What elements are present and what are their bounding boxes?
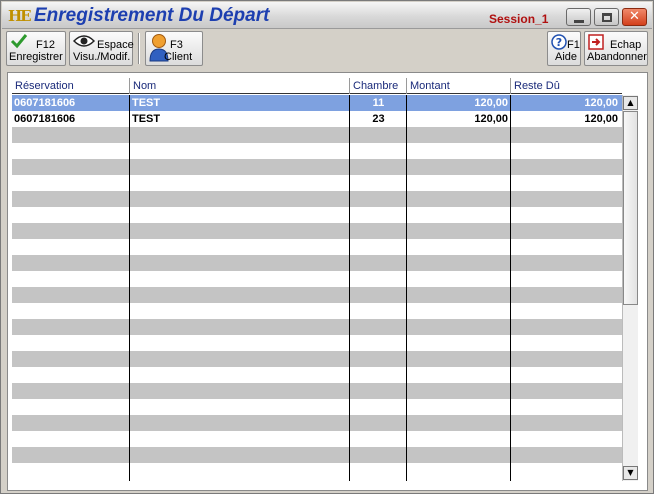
table-body: 0607181606 TEST 11 120,00 120,00 0607181606 TE… [12,95,622,481]
empty-table-row[interactable] [12,335,622,351]
client-label: Client [164,51,193,63]
empty-table-row[interactable] [12,239,622,255]
cell-reste: 120,00 [584,97,618,109]
cell-montant: 120,00 [474,97,508,109]
cancel-shortcut: Echap [610,39,642,51]
empty-table-row[interactable] [12,367,622,383]
empty-table-row[interactable] [12,191,622,207]
scroll-down-button[interactable]: ▼ [623,466,638,480]
empty-table-row[interactable] [12,127,622,143]
column-header-chambre[interactable]: Chambre [350,78,407,94]
cell-montant: 120,00 [474,113,508,125]
empty-table-row[interactable] [12,415,622,431]
eye-icon [73,35,95,47]
departures-table[interactable]: Réservation Nom Chambre Montant Reste Dû… [12,78,638,481]
empty-table-row[interactable] [12,159,622,175]
session-label: Session_1 [489,12,549,26]
scroll-up-button[interactable]: ▲ [623,96,638,110]
cell-nom: TEST [132,97,161,109]
cancel-button[interactable]: Echap Abandonner [584,31,648,66]
scroll-thumb[interactable] [623,111,638,305]
client-shortcut: F3 [170,39,183,51]
empty-table-row[interactable] [12,143,622,159]
cell-reservation: 0607181606 [14,113,76,125]
toolbar-separator [138,33,140,64]
minimize-icon [574,20,584,23]
table-header: Réservation Nom Chambre Montant Reste Dû [12,78,622,94]
window-title: Enregistrement Du Départ [34,5,270,26]
help-shortcut: F1 [567,39,580,51]
column-header-montant[interactable]: Montant [407,78,511,94]
help-label: Aide [555,51,578,63]
column-divider [349,95,350,481]
column-divider [129,95,130,481]
empty-table-row[interactable] [12,175,622,191]
title-bar[interactable]: HE Enregistrement Du Départ Session_1 ✕ [2,2,652,29]
empty-table-row[interactable] [12,431,622,447]
maximize-icon [602,13,612,22]
empty-table-row[interactable] [12,351,622,367]
minimize-button[interactable] [566,8,591,26]
empty-table-row[interactable] [12,463,622,479]
empty-table-row[interactable] [12,303,622,319]
empty-table-row[interactable] [12,223,622,239]
column-divider [406,95,407,481]
empty-table-row[interactable] [12,399,622,415]
table-row[interactable]: 0607181606 TEST 23 120,00 120,00 [12,111,622,127]
save-button[interactable]: F12 Enregistrer [6,31,66,66]
view-shortcut: Espace [97,39,134,51]
vertical-scrollbar[interactable]: ▲ ▼ [622,95,638,481]
column-header-reservation[interactable]: Réservation [12,78,130,94]
column-divider [510,95,511,481]
cell-chambre: 11 [372,97,385,109]
cell-reste: 120,00 [584,113,618,125]
empty-table-row[interactable] [12,319,622,335]
table-row[interactable]: 0607181606 TEST 11 120,00 120,00 [12,95,622,111]
app-window: HE Enregistrement Du Départ Session_1 ✕ … [0,0,654,494]
help-icon: ? [551,34,567,50]
close-icon: ✕ [629,9,640,24]
column-header-nom[interactable]: Nom [130,78,350,94]
toolbar: F12 Enregistrer Espace Visu./Modif. F3 C… [2,30,652,68]
exit-icon [588,34,604,50]
maximize-button[interactable] [594,8,619,26]
help-button[interactable]: ? F1 Aide [547,31,581,66]
close-button[interactable]: ✕ [622,8,647,26]
cell-nom: TEST [132,113,161,125]
checkmark-icon [10,34,28,49]
empty-table-row[interactable] [12,447,622,463]
empty-table-row[interactable] [12,287,622,303]
view-label: Visu./Modif. [73,51,131,63]
client-button[interactable]: F3 Client [145,31,203,66]
view-modify-button[interactable]: Espace Visu./Modif. [69,31,134,66]
empty-table-row[interactable] [12,255,622,271]
cell-reservation: 0607181606 [14,97,76,109]
save-shortcut: F12 [36,39,55,51]
save-label: Enregistrer [9,51,63,63]
column-header-reste-du[interactable]: Reste Dû [511,78,622,94]
svg-text:?: ? [556,36,562,49]
empty-table-row[interactable] [12,271,622,287]
cancel-label: Abandonner [587,51,647,63]
app-logo: HE [8,7,32,25]
empty-table-row[interactable] [12,207,622,223]
cell-chambre: 23 [372,113,385,125]
empty-table-row[interactable] [12,383,622,399]
